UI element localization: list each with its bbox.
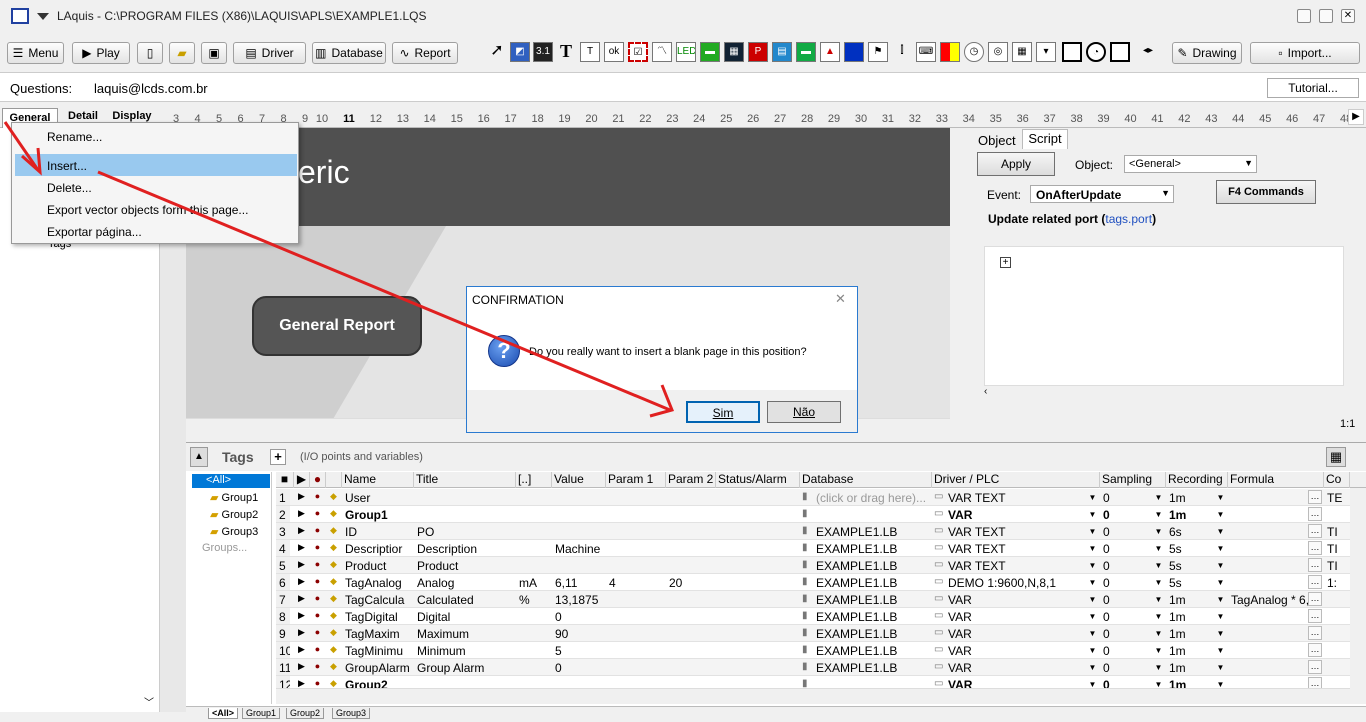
red-arrow-long	[97, 170, 671, 412]
red-arrow-long-head	[649, 384, 675, 418]
annotation-arrows	[3, 121, 675, 418]
red-arrow-short	[3, 121, 40, 171]
